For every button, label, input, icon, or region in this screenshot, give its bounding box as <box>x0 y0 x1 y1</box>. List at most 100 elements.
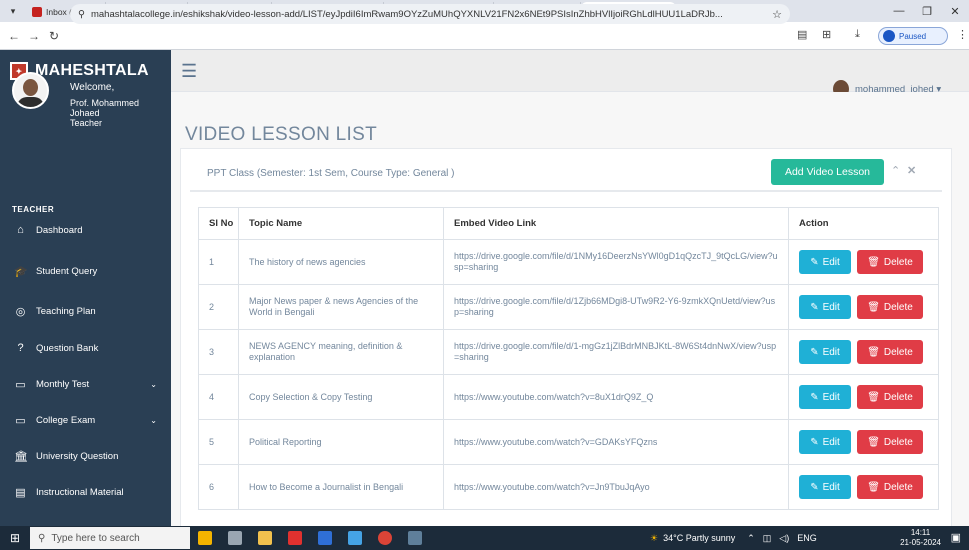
table-row: 6 How to Become a Journalist in Bengali ht… <box>198 464 939 510</box>
delete-label: Delete <box>883 301 913 313</box>
bookmark-star-icon[interactable]: ☆ <box>772 8 782 21</box>
sidebar-item-dashboard[interactable]: ⌂ Dashboard <box>0 218 171 242</box>
edit-button[interactable]: ✎ Edit <box>799 475 851 499</box>
calculator-icon[interactable] <box>400 526 430 550</box>
sidebar-item-label: Student Query <box>36 265 98 277</box>
extensions-icon[interactable]: ⊞ <box>822 28 831 41</box>
trash-icon: 🗑 <box>867 346 880 358</box>
sidebar-item-question-bank[interactable]: ? Question Bank <box>0 336 171 360</box>
maximize-icon[interactable]: ❐ <box>913 0 941 22</box>
close-window-icon[interactable]: ✕ <box>941 0 969 22</box>
reload-icon[interactable]: ↻ <box>44 29 64 43</box>
tab-favicon-icon <box>32 7 42 17</box>
download-icon[interactable]: ⤓ <box>855 28 860 41</box>
network-icon[interactable]: ◫ <box>763 533 772 544</box>
bank-icon: 🏛 <box>14 450 28 463</box>
language-indicator[interactable]: ENG <box>797 533 817 543</box>
forward-icon[interactable]: → <box>24 29 44 43</box>
cell-video-link[interactable]: https://drive.google.com/file/d/1Zjb66MD… <box>443 284 789 330</box>
sidebar-item-teaching-plan[interactable]: ◎ Teaching Plan <box>0 299 171 323</box>
delete-button[interactable]: 🗑 Delete <box>857 475 923 499</box>
windows-start-icon[interactable]: ⊞ <box>0 531 30 545</box>
photos-icon[interactable] <box>340 526 370 550</box>
cell-actions: ✎ Edit 🗑 Delete <box>788 329 939 375</box>
panel-subtitle: PPT Class (Semester: 1st Sem, Course Typ… <box>207 168 455 179</box>
close-panel-icon[interactable]: ✕ <box>907 164 916 177</box>
desktop-icon: ▭ <box>15 378 26 391</box>
edit-button[interactable]: ✎ Edit <box>799 250 851 274</box>
cell-sl-no: 3 <box>198 329 239 375</box>
delete-button[interactable]: 🗑 Delete <box>857 430 923 454</box>
delete-label: Delete <box>883 256 913 268</box>
delete-button[interactable]: 🗑 Delete <box>857 250 923 274</box>
pencil-icon: ✎ <box>810 481 819 493</box>
tab-search-button[interactable]: ▾ <box>0 0 26 22</box>
edit-label: Edit <box>822 436 840 448</box>
table-row: 2 Major News paper & news Agencies of the… <box>198 284 939 330</box>
chevron-down-icon: ⌄ <box>150 379 157 389</box>
welcome-text: Welcome, <box>70 82 115 93</box>
cell-topic-name: Political Reporting <box>238 419 444 465</box>
sidebar-item-student-query[interactable]: 🎓 Student Query <box>0 259 171 283</box>
minimize-icon[interactable]: — <box>885 0 913 22</box>
cell-video-link[interactable]: https://drive.google.com/file/d/1NMy16De… <box>443 239 789 285</box>
edit-button[interactable]: ✎ Edit <box>799 295 851 319</box>
menu-toggle-icon[interactable]: ☰ <box>181 61 197 82</box>
mail-icon[interactable] <box>310 526 340 550</box>
task-view-icon[interactable] <box>220 526 250 550</box>
edit-button[interactable]: ✎ Edit <box>799 385 851 409</box>
cell-video-link[interactable]: https://www.youtube.com/watch?v=GDAKsYFQ… <box>443 419 789 465</box>
cell-topic-name: Copy Selection & Copy Testing <box>238 374 444 420</box>
cell-actions: ✎ Edit 🗑 Delete <box>788 239 939 285</box>
trash-icon: 🗑 <box>867 436 880 448</box>
cell-topic-name: NEWS AGENCY meaning, definition & explan… <box>238 329 444 375</box>
collapse-panel-icon[interactable]: ⌃ <box>891 164 900 177</box>
volume-icon[interactable]: ◁) <box>779 533 789 544</box>
reading-list-icon[interactable]: ▤ <box>797 28 807 41</box>
file-explorer-icon[interactable] <box>250 526 280 550</box>
chrome-icon[interactable] <box>370 526 400 550</box>
cell-video-link[interactable]: https://drive.google.com/file/d/1-mgGz1j… <box>443 329 789 375</box>
cell-actions: ✎ Edit 🗑 Delete <box>788 284 939 330</box>
sidebar-item-college-exam[interactable]: ▭ College Exam ⌄ <box>0 408 171 432</box>
sidebar-item-label: Instructional Material <box>36 486 124 498</box>
table-row: 4 Copy Selection & Copy Testing https://ww… <box>198 374 939 420</box>
widgets-icon[interactable] <box>190 526 220 550</box>
col-topic-name: Topic Name <box>238 207 444 240</box>
delete-label: Delete <box>883 346 913 358</box>
notification-icon[interactable]: ▣ <box>951 531 961 544</box>
sidebar-item-monthly-test[interactable]: ▭ Monthly Test ⌄ <box>0 372 171 396</box>
tray-chevron-icon[interactable]: ⌃ <box>747 533 755 544</box>
delete-button[interactable]: 🗑 Delete <box>857 295 923 319</box>
clock[interactable]: 14:11 21-05-2024 <box>900 528 941 548</box>
col-embed-link: Embed Video Link <box>443 207 789 240</box>
system-tray: ☀ 34°C Partly sunny ⌃ ◫ ◁) ENG <box>650 526 817 550</box>
edit-button[interactable]: ✎ Edit <box>799 340 851 364</box>
cell-video-link[interactable]: https://www.youtube.com/watch?v=Jn9TbuJq… <box>443 464 789 510</box>
sidebar-item-university-question[interactable]: 🏛 University Question <box>0 444 171 468</box>
weather-text[interactable]: 34°C Partly sunny <box>663 533 735 543</box>
edit-button[interactable]: ✎ Edit <box>799 430 851 454</box>
url-text: mahashtalacollege.in/eshikshak/video-les… <box>90 8 723 20</box>
delete-button[interactable]: 🗑 Delete <box>857 385 923 409</box>
sidebar-item-label: Question Bank <box>36 342 99 354</box>
url-input[interactable]: ⚲ mahashtalacollege.in/eshikshak/video-l… <box>70 4 790 24</box>
clock-time: 14:11 <box>910 528 931 537</box>
add-video-lesson-button[interactable]: Add Video Lesson <box>771 159 884 185</box>
acrobat-icon[interactable] <box>280 526 310 550</box>
target-icon: ◎ <box>15 305 26 318</box>
cell-video-link[interactable]: https://www.youtube.com/watch?v=8uX1drQ9… <box>443 374 789 420</box>
cell-actions: ✎ Edit 🗑 Delete <box>788 419 939 465</box>
sidebar-item-instructional-material[interactable]: ▤ Instructional Material <box>0 480 171 504</box>
pencil-icon: ✎ <box>810 391 819 403</box>
col-action: Action <box>788 207 939 240</box>
profile-role: Teacher <box>70 118 103 128</box>
profile-paused-button[interactable]: Paused <box>878 27 948 45</box>
table-header-row: Sl No Topic Name Embed Video Link Action <box>198 207 939 240</box>
browser-menu-icon[interactable]: ⋮ <box>957 28 968 41</box>
taskbar-search-input[interactable]: ⚲ Type here to search <box>30 527 190 549</box>
cell-topic-name: Major News paper & news Agencies of the … <box>238 284 444 330</box>
site-info-icon[interactable]: ⚲ <box>78 9 85 20</box>
back-icon[interactable]: ← <box>4 29 24 43</box>
delete-button[interactable]: 🗑 Delete <box>857 340 923 364</box>
